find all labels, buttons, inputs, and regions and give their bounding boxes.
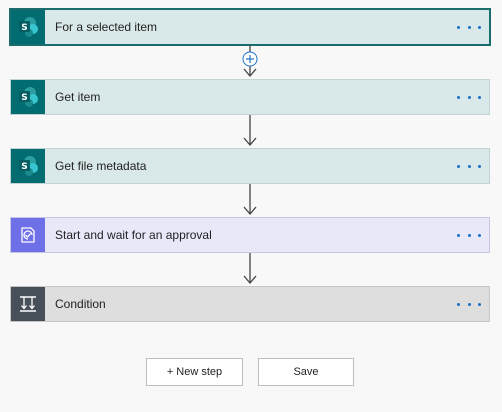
connector-arrow bbox=[242, 184, 258, 217]
step-label: Start and wait for an approval bbox=[55, 228, 212, 242]
sharepoint-icon: S bbox=[11, 10, 45, 44]
more-options-icon[interactable] bbox=[457, 225, 481, 245]
step-get-item[interactable]: S Get item bbox=[10, 79, 490, 115]
step-label: Condition bbox=[55, 297, 106, 311]
more-options-icon[interactable] bbox=[457, 156, 481, 176]
connector-arrow bbox=[242, 253, 258, 286]
step-label: Get file metadata bbox=[55, 159, 147, 173]
save-button[interactable]: Save bbox=[258, 358, 354, 386]
step-label: For a selected item bbox=[55, 20, 158, 34]
more-options-icon[interactable] bbox=[457, 87, 481, 107]
svg-text:S: S bbox=[21, 93, 27, 103]
step-label: Get item bbox=[55, 90, 101, 104]
new-step-button[interactable]: + New step bbox=[146, 358, 243, 386]
condition-icon bbox=[11, 287, 45, 321]
step-get-file-metadata[interactable]: S Get file metadata bbox=[10, 148, 490, 184]
insert-step-button[interactable] bbox=[242, 51, 258, 67]
step-for-a-selected-item[interactable]: S For a selected item bbox=[10, 9, 490, 45]
more-options-icon[interactable] bbox=[457, 17, 481, 37]
step-condition[interactable]: Condition bbox=[10, 286, 490, 322]
sharepoint-icon: S bbox=[11, 80, 45, 114]
svg-text:S: S bbox=[21, 162, 27, 172]
approval-icon bbox=[11, 218, 45, 252]
more-options-icon[interactable] bbox=[457, 294, 481, 314]
connector-arrow bbox=[242, 115, 258, 148]
sharepoint-icon: S bbox=[11, 149, 45, 183]
step-start-and-wait-for-an-approval[interactable]: Start and wait for an approval bbox=[10, 217, 490, 253]
svg-text:S: S bbox=[21, 23, 27, 33]
